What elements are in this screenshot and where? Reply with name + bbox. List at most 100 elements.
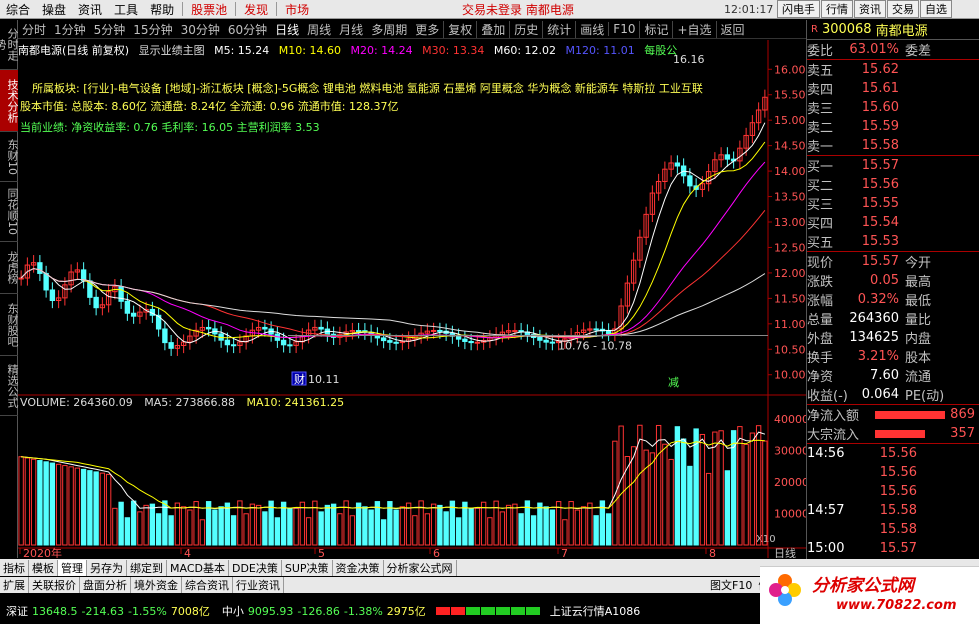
- menu-item-zixun[interactable]: 资讯: [72, 1, 108, 18]
- extension-tab[interactable]: 境外资金: [131, 577, 182, 593]
- indicator-tab[interactable]: 绑定到: [127, 559, 167, 576]
- tool-stats[interactable]: 统计: [542, 20, 575, 38]
- tf-tab[interactable]: 分时: [18, 21, 50, 38]
- show-performance-toggle[interactable]: 显示业绩主图: [139, 44, 205, 57]
- tf-tab[interactable]: 1分钟: [50, 21, 90, 38]
- volume-bar: [480, 501, 487, 546]
- volume-bar: [468, 507, 474, 546]
- flash-hand-button[interactable]: 闪电手: [777, 0, 820, 18]
- volume-bar: [137, 511, 143, 546]
- sell-level: 卖四 15.61: [807, 79, 979, 98]
- sz-label: 深证: [6, 605, 28, 618]
- weibi-row: 委比 63.01% 委差: [807, 40, 979, 59]
- tf-tab-daily[interactable]: 日线: [271, 21, 303, 38]
- sell-level: 卖二 15.59: [807, 117, 979, 136]
- indicator-tab[interactable]: 指标: [0, 559, 29, 576]
- tool-mark[interactable]: 标记: [639, 20, 672, 38]
- candle-body: [287, 344, 293, 347]
- candle-body: [162, 328, 168, 344]
- tool-draw[interactable]: 画线: [575, 20, 608, 38]
- volume-bar: [43, 461, 49, 546]
- tf-tab[interactable]: 5分钟: [90, 21, 130, 38]
- volume-bar: [562, 519, 568, 546]
- extension-tab[interactable]: 扩展: [0, 577, 29, 593]
- volume-bar: [337, 513, 343, 546]
- tool-fuquan[interactable]: 复权: [443, 20, 476, 38]
- menu-item-discover[interactable]: 发现: [238, 1, 274, 18]
- stat-row-label2: 量比: [905, 313, 932, 328]
- f10-button[interactable]: 图文F10: [707, 577, 755, 593]
- volume-bar: [55, 463, 62, 546]
- tf-tab[interactable]: 60分钟: [224, 21, 271, 38]
- candle-body: [230, 344, 237, 347]
- indicator-tab[interactable]: MACD基本: [167, 559, 229, 576]
- stat-row-label2: 流通: [905, 370, 932, 385]
- date-label: 5: [318, 547, 325, 558]
- indicator-tab[interactable]: 模板: [29, 559, 58, 576]
- extension-tab[interactable]: 盘面分析: [80, 577, 131, 593]
- left-tab-tonghuashun[interactable]: 同花顺10: [0, 182, 19, 242]
- volume-bar: [687, 465, 693, 546]
- tool-back[interactable]: 返回: [715, 20, 749, 38]
- left-tab-timeshare[interactable]: 分时走势: [0, 20, 19, 70]
- candle-body: [43, 272, 49, 291]
- tool-overlay[interactable]: 叠加: [476, 20, 509, 38]
- menu-item-market[interactable]: 市场: [279, 1, 315, 18]
- tool-f10[interactable]: F10: [608, 22, 639, 36]
- menu-item-caopan[interactable]: 操盘: [36, 1, 72, 18]
- kline-chart[interactable]: 16.00 15.50 15.00 14.50 14.00 13.50 13.00 12.50…: [18, 40, 806, 558]
- tf-tab[interactable]: 周线: [303, 21, 335, 38]
- volume-bar: [412, 515, 418, 546]
- quote-button[interactable]: 行情: [821, 0, 853, 18]
- volume-bar: [543, 506, 549, 546]
- volume-bar: [587, 502, 593, 546]
- menu-item-zonghe[interactable]: 综合: [0, 1, 36, 18]
- tf-tab[interactable]: 15分钟: [129, 21, 176, 38]
- menu-item-gongju[interactable]: 工具: [108, 1, 144, 18]
- menu-item-bangzhu[interactable]: 帮助: [144, 1, 180, 18]
- tf-tab[interactable]: 月线: [335, 21, 367, 38]
- watchlist-button[interactable]: 自选: [920, 0, 952, 18]
- indicator-tab[interactable]: 另存为: [87, 559, 127, 576]
- news-button[interactable]: 资讯: [854, 0, 886, 18]
- candle-body: [687, 175, 693, 187]
- left-tab-tech-analysis[interactable]: 技术分析: [0, 70, 19, 132]
- tick-price: 15.56: [879, 484, 917, 499]
- stat-row-label2: 股本: [905, 351, 932, 366]
- candle-body: [262, 326, 268, 330]
- watermark-title: 分析家公式网: [812, 576, 914, 596]
- volume-bar: [474, 507, 481, 546]
- volume-ma5-label: MA5: 273866.88: [144, 396, 235, 409]
- volume-bar: [99, 472, 106, 546]
- indicator-tab[interactable]: SUP决策: [282, 559, 333, 576]
- quote-panel: R 300068 南都电源 委比 63.01% 委差 卖五 15.62 卖四 15.6…: [806, 20, 979, 560]
- tool-history[interactable]: 历史: [509, 20, 542, 38]
- tick-time: 14:56: [807, 446, 845, 461]
- extension-tab[interactable]: 行业资讯: [233, 577, 284, 593]
- trade-button[interactable]: 交易: [887, 0, 919, 18]
- indicator-tab[interactable]: 分析家公式网: [384, 559, 457, 576]
- cai-marker: 财: [294, 372, 305, 386]
- left-tab-longhubang[interactable]: 龙虎榜: [0, 242, 19, 294]
- indicator-tab[interactable]: DDE决策: [229, 559, 282, 576]
- volume-bar: [737, 426, 743, 546]
- volume-axis-label: 20000: [774, 476, 806, 489]
- volume-bar: [130, 500, 137, 546]
- left-tab-formula[interactable]: 精选公式: [0, 356, 19, 416]
- volume-label: VOLUME: 264360.09: [20, 396, 133, 409]
- tool-add-watch[interactable]: +自选: [672, 20, 715, 38]
- left-tab-dongcai[interactable]: 东财10: [0, 132, 19, 182]
- tf-tab[interactable]: 30分钟: [177, 21, 224, 38]
- menu-item-stock-pool[interactable]: 股票池: [185, 1, 233, 18]
- tf-tab-more[interactable]: 更多: [411, 21, 443, 38]
- indicator-tab[interactable]: 管理: [58, 559, 87, 576]
- buy-level-label: 买二: [807, 179, 834, 194]
- indicator-tab[interactable]: 资金决策: [333, 559, 384, 576]
- price-axis-label: 14.00: [774, 165, 806, 178]
- sell-level-value: 15.58: [861, 138, 899, 153]
- left-tab-guba[interactable]: 东财股吧: [0, 294, 19, 356]
- tf-tab[interactable]: 多周期: [367, 21, 411, 38]
- extension-tab[interactable]: 关联报价: [29, 577, 80, 593]
- extension-tab[interactable]: 综合资讯: [182, 577, 233, 593]
- volume-bar: [362, 506, 368, 546]
